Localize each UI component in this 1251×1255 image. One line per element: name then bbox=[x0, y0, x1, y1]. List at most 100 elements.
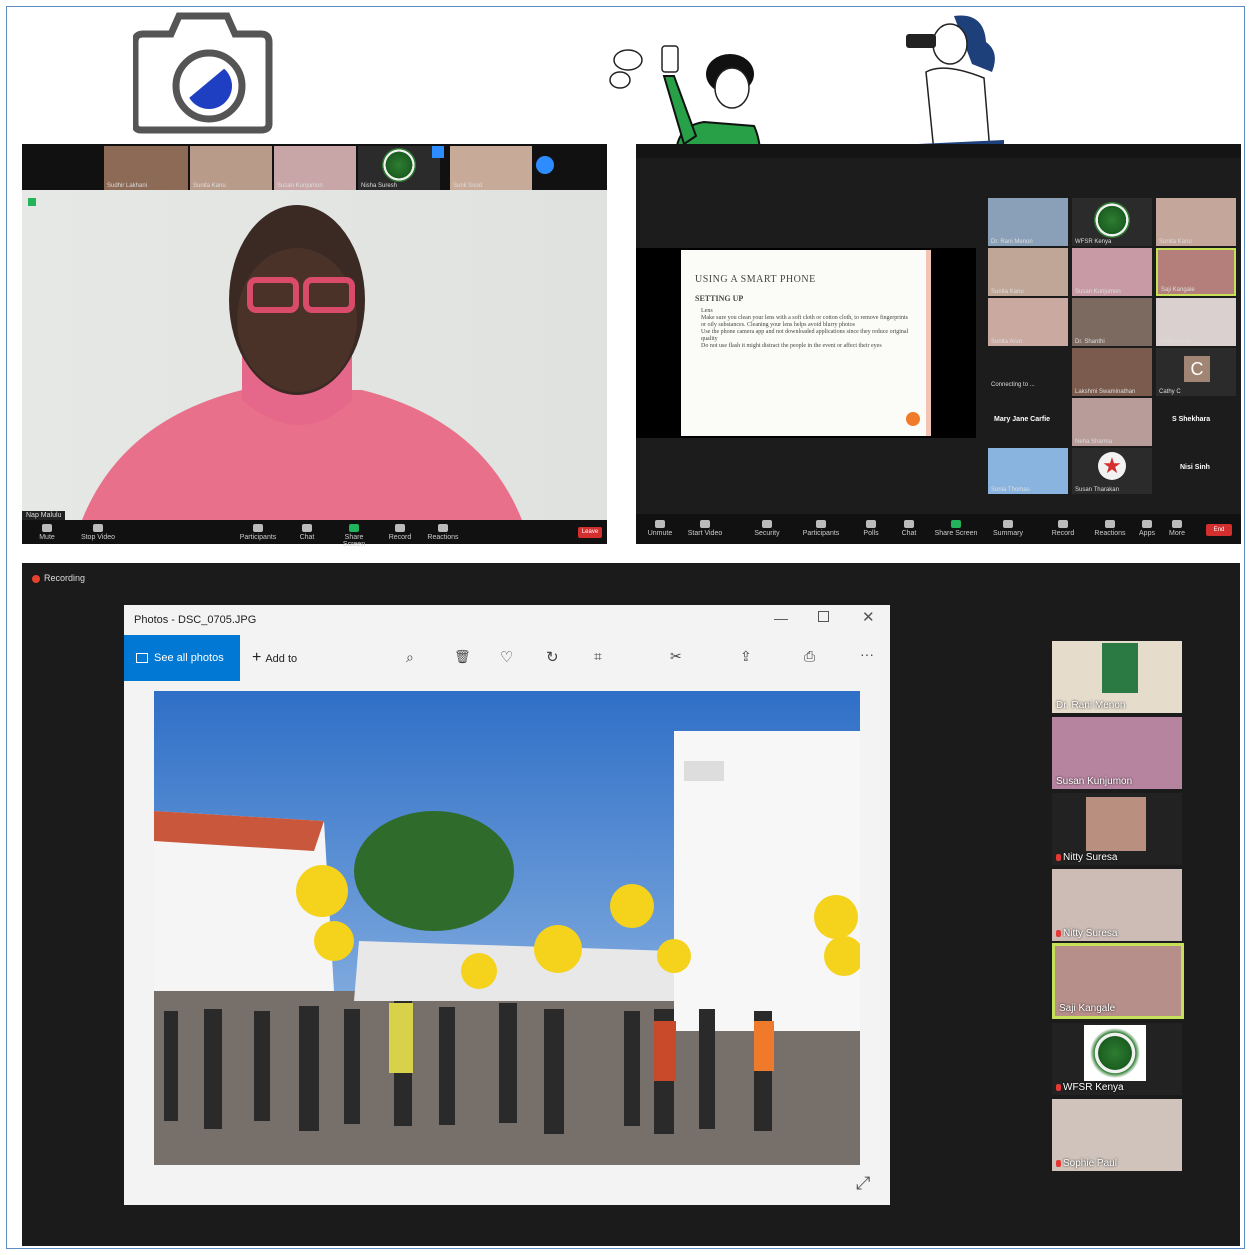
edit-icon[interactable]: ✂ bbox=[670, 648, 682, 665]
gallery-tile[interactable]: S Shekhara bbox=[1156, 398, 1236, 446]
see-all-label: See all photos bbox=[154, 652, 224, 664]
share-screen-button[interactable]: Share Screen bbox=[334, 524, 374, 548]
side-participant-tile-active[interactable]: Saji Kangale bbox=[1052, 943, 1184, 1019]
more-button[interactable]: More bbox=[1166, 520, 1188, 537]
favorite-icon[interactable]: ♡ bbox=[500, 648, 513, 666]
reactions-button[interactable]: Reactions bbox=[426, 524, 460, 541]
gallery-tile[interactable]: Sonia Thomas bbox=[988, 448, 1068, 494]
gallery-tile[interactable]: Mary Jane Carfie bbox=[988, 398, 1068, 446]
org-logo bbox=[1084, 1025, 1146, 1081]
participant-name: Sunita Arun bbox=[991, 339, 1023, 345]
connecting-label: Connecting to ... bbox=[991, 382, 1035, 388]
close-icon[interactable]: ✕ bbox=[862, 608, 875, 626]
record-button[interactable]: Record bbox=[1048, 520, 1078, 537]
gallery-tile[interactable]: Shalini Arun bbox=[1156, 298, 1236, 346]
end-button[interactable]: End bbox=[1206, 524, 1232, 536]
participant-name: Cathy C bbox=[1159, 389, 1181, 395]
gallery-tile[interactable]: Sunita Kanu bbox=[1156, 198, 1236, 246]
gallery-tile[interactable]: Neha Sharma bbox=[1072, 398, 1152, 446]
slide-bullets: Lens Make sure you clean your lens with … bbox=[701, 308, 911, 350]
side-participant-tile[interactable]: Sophie Paul bbox=[1052, 1099, 1182, 1171]
unmute-button[interactable]: Unmute bbox=[646, 520, 674, 537]
participant-name: Dr. Rani Menon bbox=[1056, 700, 1126, 711]
gallery-tile[interactable]: Lakshmi Swaminathan bbox=[1072, 348, 1152, 396]
share-icon bbox=[951, 520, 961, 528]
gallery-tile[interactable]: ★ Susan Tharakan bbox=[1072, 448, 1152, 494]
participant-name: Sonia Thomas bbox=[991, 487, 1030, 493]
reactions-button[interactable]: Reactions bbox=[1092, 520, 1128, 537]
participant-name: Sunita Kanu bbox=[1159, 239, 1192, 245]
toolbar-label: Reactions bbox=[427, 534, 459, 541]
toolbar-label: Start Video bbox=[687, 530, 723, 537]
participant-name: Nitty Suresa bbox=[1063, 928, 1118, 939]
record-button[interactable]: Record bbox=[386, 524, 414, 541]
delete-icon[interactable]: 🗑 bbox=[454, 649, 471, 665]
side-participant-tile[interactable]: WFSR Kenya bbox=[1052, 1023, 1182, 1095]
minimize-icon[interactable]: — bbox=[774, 610, 788, 626]
org-logo bbox=[382, 148, 416, 182]
maximize-icon[interactable] bbox=[818, 611, 829, 622]
gallery-tile[interactable]: Sunita Kanu bbox=[988, 248, 1068, 296]
more-icon[interactable]: ··· bbox=[860, 646, 874, 662]
strip-tile[interactable]: Sudhir Lakhani bbox=[104, 146, 188, 190]
strip-tile[interactable]: Nisha Suresh bbox=[358, 146, 440, 190]
photos-window-title: Photos - DSC_0705.JPG bbox=[134, 614, 257, 626]
toolbar-label: Participants bbox=[239, 534, 277, 541]
next-page-icon[interactable] bbox=[536, 156, 554, 174]
chat-button[interactable]: Chat bbox=[296, 524, 318, 541]
video-button[interactable]: Stop Video bbox=[78, 524, 118, 541]
strip-tile[interactable]: Sunita Kanu bbox=[190, 146, 272, 190]
apps-button[interactable]: Apps bbox=[1136, 520, 1158, 537]
print-icon[interactable]: ⎙ bbox=[804, 648, 815, 665]
chat-icon bbox=[904, 520, 914, 528]
video-button[interactable]: Start Video bbox=[686, 520, 724, 537]
strip-tile[interactable]: Sunil Sood bbox=[450, 146, 532, 190]
zoom-icon[interactable]: ⌕ bbox=[406, 649, 414, 666]
strip-tile[interactable]: Susan Kunjumon bbox=[274, 146, 356, 190]
gallery-tile[interactable]: Dr. Shanthi bbox=[1072, 298, 1152, 346]
side-participant-tile[interactable]: Nitty Suresa bbox=[1052, 793, 1182, 865]
participant-name-row: Sophie Paul bbox=[1056, 1158, 1117, 1169]
view-icon[interactable] bbox=[432, 146, 444, 158]
gallery-tile[interactable]: Susan Kunjumon bbox=[1072, 248, 1152, 296]
share-icon[interactable]: ⇪ bbox=[740, 648, 752, 665]
chat-icon bbox=[302, 524, 312, 532]
see-all-photos-button[interactable]: See all photos bbox=[124, 635, 240, 681]
participants-button[interactable]: Participants bbox=[800, 520, 842, 537]
toolbar-label: Summary bbox=[993, 530, 1023, 537]
toolbar-label: Polls bbox=[863, 530, 879, 537]
gallery-tile[interactable]: C Cathy C bbox=[1156, 348, 1236, 396]
mic-off-icon bbox=[1056, 1159, 1061, 1167]
mute-button[interactable]: Mute bbox=[32, 524, 62, 541]
plus-icon: + bbox=[252, 649, 262, 666]
participant-name: Shalini Arun bbox=[1159, 339, 1192, 345]
record-icon bbox=[1058, 520, 1068, 528]
participant-name: Nitty Suresa bbox=[1063, 852, 1118, 863]
participant-name: Sophie Paul bbox=[1063, 1158, 1117, 1169]
crop-icon[interactable]: ⌗ bbox=[594, 648, 602, 665]
share-screen-button[interactable]: Share Screen bbox=[934, 520, 978, 537]
gallery-tile[interactable]: Dr. Rani Menon bbox=[988, 198, 1068, 246]
rotate-icon[interactable]: ↻ bbox=[546, 648, 559, 666]
add-to-button[interactable]: + Add to bbox=[252, 649, 297, 667]
side-participant-tile[interactable]: Dr. Rani Menon bbox=[1052, 641, 1182, 713]
polls-button[interactable]: Polls bbox=[860, 520, 882, 537]
side-participant-tile[interactable]: Susan Kunjumon bbox=[1052, 717, 1182, 789]
recording-label: Recording bbox=[44, 573, 86, 583]
leave-button[interactable]: Leave bbox=[578, 527, 602, 538]
gallery-tile[interactable]: Connecting to ... bbox=[988, 348, 1068, 396]
summary-button[interactable]: Summary bbox=[988, 520, 1028, 537]
gallery-tile[interactable]: Nisi Sinh bbox=[1156, 448, 1236, 494]
security-button[interactable]: Security bbox=[752, 520, 782, 537]
toolbar-label: Security bbox=[754, 530, 780, 537]
gallery-tile[interactable]: WFSR Kenya bbox=[1072, 198, 1152, 246]
gallery-tile[interactable]: Sunita Arun bbox=[988, 298, 1068, 346]
expand-icon[interactable]: ⤢ bbox=[856, 1173, 870, 1194]
chat-button[interactable]: Chat bbox=[898, 520, 920, 537]
shield-icon bbox=[762, 520, 772, 528]
participant-video bbox=[1086, 797, 1146, 851]
gallery-tile-active[interactable]: Saji Kangale bbox=[1156, 248, 1236, 296]
side-participant-tile[interactable]: Nitty Suresa bbox=[1052, 869, 1182, 941]
reactions-icon bbox=[1105, 520, 1115, 528]
participants-button[interactable]: Participants bbox=[236, 524, 280, 541]
